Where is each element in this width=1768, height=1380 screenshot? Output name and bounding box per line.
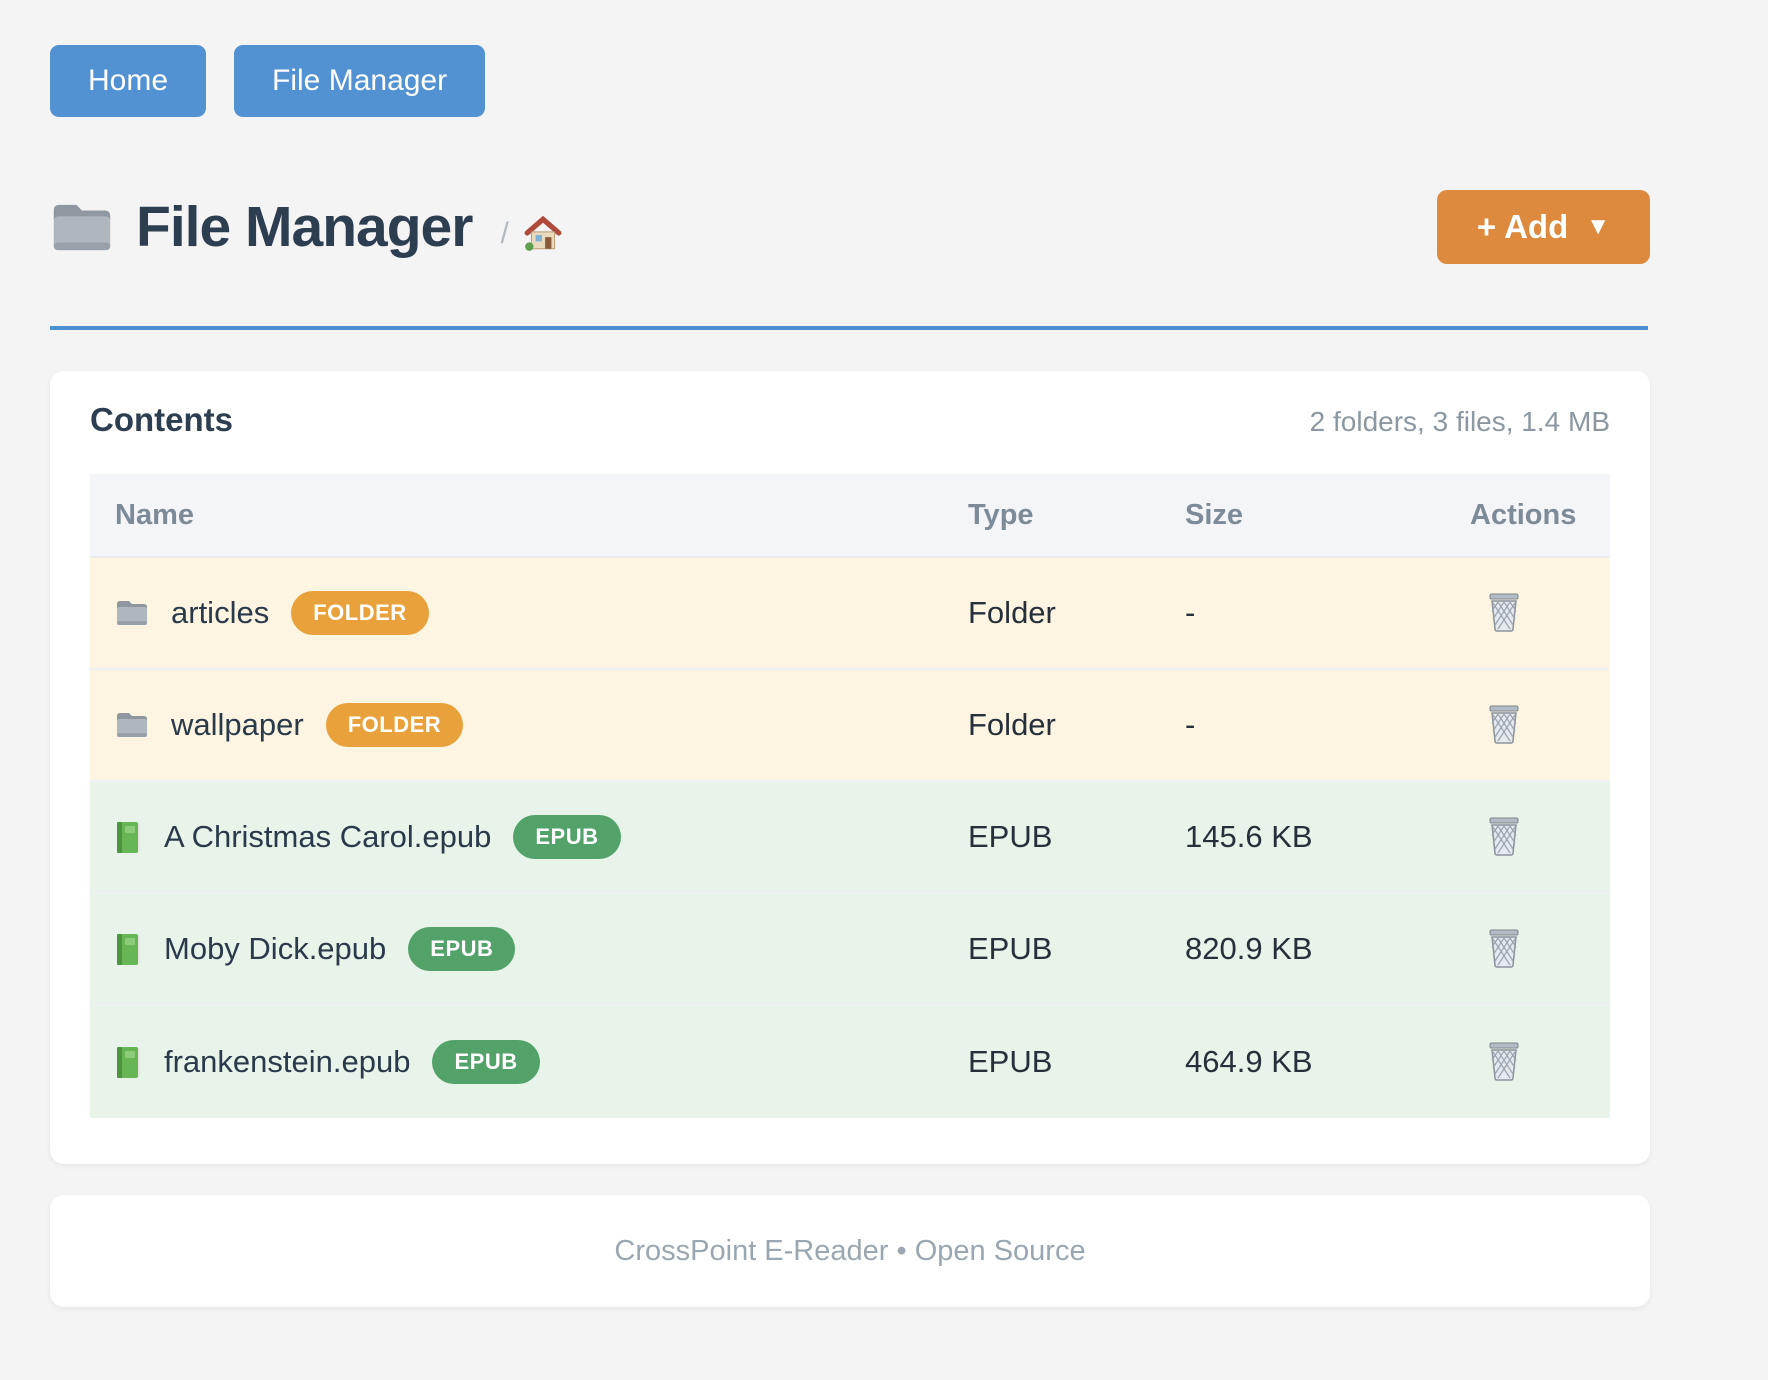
file-type: Folder [968,707,1185,743]
name-cell: frankenstein.epub EPUB [90,1040,968,1084]
file-manager-page: Home File Manager File Manager / [50,0,1650,1307]
contents-card: Contents 2 folders, 3 files, 1.4 MB Name… [50,371,1650,1164]
folder-badge: FOLDER [291,591,428,635]
table-row-wallpaper[interactable]: wallpaper FOLDER Folder - [90,670,1610,782]
top-navigation: Home File Manager [50,45,1650,117]
epub-badge: EPUB [432,1040,539,1084]
file-size: 820.9 KB [1185,931,1470,967]
epub-badge: EPUB [408,927,515,971]
actions-cell [1470,1037,1610,1088]
trash-icon [1486,928,1522,971]
file-table: Name Type Size Actions articles [90,474,1610,1118]
folder-icon [115,711,149,739]
file-name: articles [171,595,269,631]
footer-text: CrossPoint E-Reader • Open Source [614,1235,1085,1268]
page-header: File Manager / + Add ▼ [50,190,1650,264]
contents-summary: 2 folders, 3 files, 1.4 MB [1310,406,1610,438]
nav-file-manager-button[interactable]: File Manager [234,45,485,117]
folder-icon [115,599,149,627]
caret-down-icon: ▼ [1586,213,1610,241]
home-icon[interactable] [523,216,563,252]
trash-icon [1486,1041,1522,1084]
add-button-label: + Add [1477,208,1568,246]
epub-book-icon [115,1046,142,1079]
delete-button[interactable] [1482,588,1526,639]
actions-cell [1470,812,1610,863]
page-title: File Manager [136,194,472,260]
file-type: EPUB [968,819,1185,855]
page-title-group: File Manager / [50,194,563,260]
column-header-size: Size [1185,499,1470,532]
table-row-christmas-carol[interactable]: A Christmas Carol.epub EPUB EPUB 145.6 K… [90,782,1610,894]
trash-icon [1486,704,1522,747]
folder-icon [50,201,114,254]
actions-cell [1470,924,1610,975]
contents-card-header: Contents 2 folders, 3 files, 1.4 MB [90,401,1610,439]
add-button[interactable]: + Add ▼ [1437,190,1650,264]
file-size: 464.9 KB [1185,1044,1470,1080]
name-cell: A Christmas Carol.epub EPUB [90,815,968,859]
file-size: 145.6 KB [1185,819,1470,855]
table-header-row: Name Type Size Actions [90,474,1610,558]
table-row-frankenstein[interactable]: frankenstein.epub EPUB EPUB 464.9 KB [90,1006,1610,1118]
table-row-articles[interactable]: articles FOLDER Folder - [90,558,1610,670]
footer: CrossPoint E-Reader • Open Source [50,1195,1650,1307]
column-header-type: Type [968,499,1185,532]
epub-badge: EPUB [513,815,620,859]
epub-book-icon [115,821,142,854]
name-cell: articles FOLDER [90,591,968,635]
actions-cell [1470,700,1610,751]
file-name: Moby Dick.epub [164,931,386,967]
delete-button[interactable] [1482,924,1526,975]
contents-title: Contents [90,401,233,439]
file-name: wallpaper [171,707,304,743]
file-type: EPUB [968,931,1185,967]
file-name: frankenstein.epub [164,1044,410,1080]
breadcrumb-separator: / [500,217,508,251]
trash-icon [1486,592,1522,635]
trash-icon [1486,816,1522,859]
accent-divider [50,326,1648,330]
column-header-name: Name [90,499,968,532]
file-name: A Christmas Carol.epub [164,819,491,855]
epub-book-icon [115,933,142,966]
column-header-actions: Actions [1470,499,1610,532]
name-cell: wallpaper FOLDER [90,703,968,747]
delete-button[interactable] [1482,700,1526,751]
actions-cell [1470,588,1610,639]
delete-button[interactable] [1482,812,1526,863]
table-row-moby-dick[interactable]: Moby Dick.epub EPUB EPUB 820.9 KB [90,894,1610,1006]
nav-home-button[interactable]: Home [50,45,206,117]
file-size: - [1185,595,1470,631]
name-cell: Moby Dick.epub EPUB [90,927,968,971]
delete-button[interactable] [1482,1037,1526,1088]
file-type: EPUB [968,1044,1185,1080]
file-type: Folder [968,595,1185,631]
file-size: - [1185,707,1470,743]
folder-badge: FOLDER [326,703,463,747]
